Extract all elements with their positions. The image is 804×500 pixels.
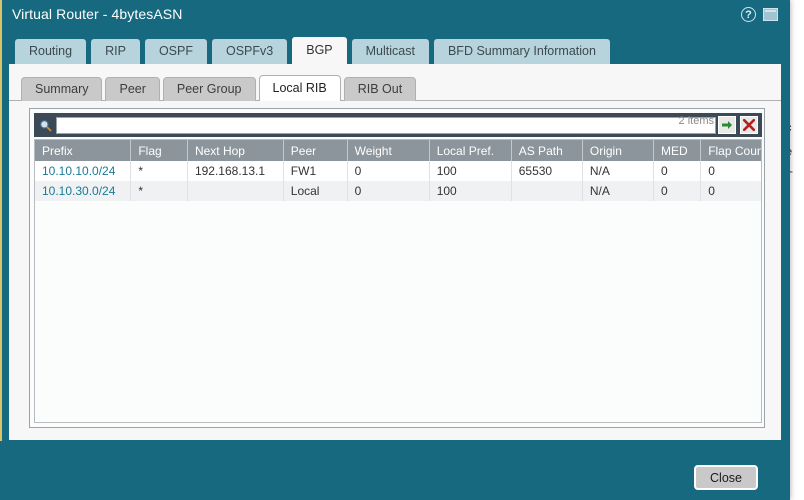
- table-header-row: Prefix Flag Next Hop Peer Weight Local P…: [35, 140, 761, 161]
- cell-weight: 0: [347, 181, 429, 201]
- cell-prefix: 10.10.10.0/24: [35, 161, 131, 181]
- local-rib-table-container: Prefix Flag Next Hop Peer Weight Local P…: [34, 139, 762, 423]
- column-header-flap-count[interactable]: Flap Count: [701, 140, 761, 161]
- restore-window-icon[interactable]: [763, 7, 779, 23]
- help-icon-glyph: ?: [741, 7, 756, 22]
- cell-peer: Local: [283, 181, 347, 201]
- cell-peer: FW1: [283, 161, 347, 181]
- cell-flap-count: 0: [701, 181, 761, 201]
- subtab-peer[interactable]: Peer: [105, 77, 159, 101]
- subtab-local-rib[interactable]: Local RIB: [259, 75, 341, 101]
- tab-ospf[interactable]: OSPF: [144, 38, 208, 64]
- dialog-footer: Close: [0, 441, 790, 500]
- column-header-next-hop[interactable]: Next Hop: [187, 140, 283, 161]
- local-rib-table: Prefix Flag Next Hop Peer Weight Local P…: [35, 140, 761, 201]
- column-header-peer[interactable]: Peer: [283, 140, 347, 161]
- cell-next-hop: 192.168.13.1: [187, 161, 283, 181]
- close-button[interactable]: Close: [694, 465, 758, 490]
- column-header-as-path[interactable]: AS Path: [511, 140, 582, 161]
- tab-ospfv3[interactable]: OSPFv3: [211, 38, 288, 64]
- cell-weight: 0: [347, 161, 429, 181]
- primary-tab-strip: Routing RIP OSPF OSPFv3 BGP Multicast BF…: [14, 35, 614, 64]
- search-icon[interactable]: [34, 113, 56, 137]
- help-icon[interactable]: ?: [741, 7, 757, 23]
- filter-bar: [34, 113, 762, 137]
- cell-flag: *: [131, 161, 188, 181]
- table-row[interactable]: 10.10.30.0/24 * Local 0 100 N/A 0 0: [35, 181, 761, 201]
- dialog-left-accent-bar: [0, 0, 2, 500]
- prefix-link[interactable]: 10.10.10.0/24: [42, 164, 115, 178]
- tab-rip[interactable]: RIP: [90, 38, 141, 64]
- cell-prefix: 10.10.30.0/24: [35, 181, 131, 201]
- cell-origin: N/A: [582, 161, 653, 181]
- column-header-flag[interactable]: Flag: [131, 140, 188, 161]
- cell-as-path: [511, 181, 582, 201]
- tab-bfd-summary-information[interactable]: BFD Summary Information: [433, 38, 611, 64]
- cell-next-hop: [187, 181, 283, 201]
- search-input[interactable]: [56, 117, 716, 134]
- column-header-weight[interactable]: Weight: [347, 140, 429, 161]
- table-row[interactable]: 10.10.10.0/24 * 192.168.13.1 FW1 0 100 6…: [35, 161, 761, 181]
- local-rib-panel: 2 items Prefix Flag Next Hop: [29, 108, 765, 428]
- sub-tab-strip: Summary Peer Peer Group Local RIB RIB Ou…: [21, 74, 419, 101]
- cell-origin: N/A: [582, 181, 653, 201]
- tab-multicast[interactable]: Multicast: [351, 38, 430, 64]
- restore-window-icon-glyph: [763, 8, 778, 21]
- bgp-tab-content: Summary Peer Peer Group Local RIB RIB Ou…: [8, 63, 782, 441]
- clear-filter-button[interactable]: [740, 116, 758, 134]
- cell-med: 0: [654, 161, 701, 181]
- column-header-med[interactable]: MED: [654, 140, 701, 161]
- tab-bgp[interactable]: BGP: [291, 36, 347, 64]
- subtab-peer-group[interactable]: Peer Group: [163, 77, 256, 101]
- apply-filter-button[interactable]: [718, 116, 736, 134]
- cell-as-path: 65530: [511, 161, 582, 181]
- subtab-summary[interactable]: Summary: [21, 77, 102, 101]
- cell-flap-count: 0: [701, 161, 761, 181]
- subtab-rib-out[interactable]: RIB Out: [344, 77, 416, 101]
- dialog-title: Virtual Router - 4bytesASN: [12, 6, 182, 22]
- prefix-link[interactable]: 10.10.30.0/24: [42, 184, 115, 198]
- column-header-local-pref[interactable]: Local Pref.: [429, 140, 511, 161]
- column-header-prefix[interactable]: Prefix: [35, 140, 131, 161]
- cell-med: 0: [654, 181, 701, 201]
- cell-local-pref: 100: [429, 181, 511, 201]
- dialog-titlebar: Virtual Router - 4bytesASN ?: [0, 0, 790, 30]
- column-header-origin[interactable]: Origin: [582, 140, 653, 161]
- virtual-router-dialog: Virtual Router - 4bytesASN ? Routing RIP…: [0, 0, 790, 500]
- tab-routing[interactable]: Routing: [14, 38, 87, 64]
- cell-flag: *: [131, 181, 188, 201]
- cell-local-pref: 100: [429, 161, 511, 181]
